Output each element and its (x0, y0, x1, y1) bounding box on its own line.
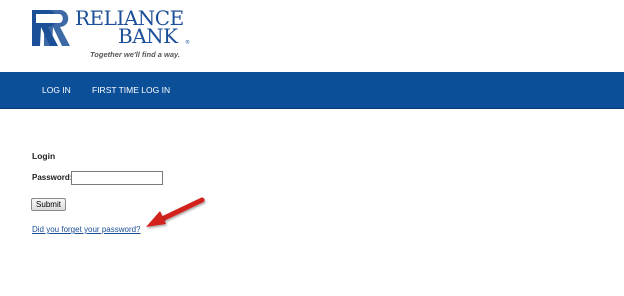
page: RELIANCE BANK ® Together we'll find a wa… (0, 0, 624, 296)
forgot-password-link[interactable]: Did you forget your password? (32, 225, 141, 234)
nav-item-log-in[interactable]: LOG IN (42, 72, 71, 108)
brand-tagline: Together we'll find a way. (90, 50, 180, 59)
brand-name-line2: BANK (118, 24, 178, 48)
login-heading: Login (32, 151, 56, 161)
submit-button[interactable]: Submit (31, 198, 66, 211)
brand-trademark: ® (185, 40, 190, 46)
brand-logo[interactable]: RELIANCE BANK ® Together we'll find a wa… (30, 6, 200, 64)
nav-bar: LOG IN FIRST TIME LOG IN (0, 72, 624, 109)
password-label: Password: (32, 173, 73, 182)
header: RELIANCE BANK ® Together we'll find a wa… (0, 0, 624, 72)
reliance-rr-logo-icon (32, 10, 70, 46)
red-arrow-icon (146, 197, 205, 227)
password-input[interactable] (71, 171, 163, 185)
nav-item-first-time-log-in[interactable]: FIRST TIME LOG IN (92, 72, 170, 108)
